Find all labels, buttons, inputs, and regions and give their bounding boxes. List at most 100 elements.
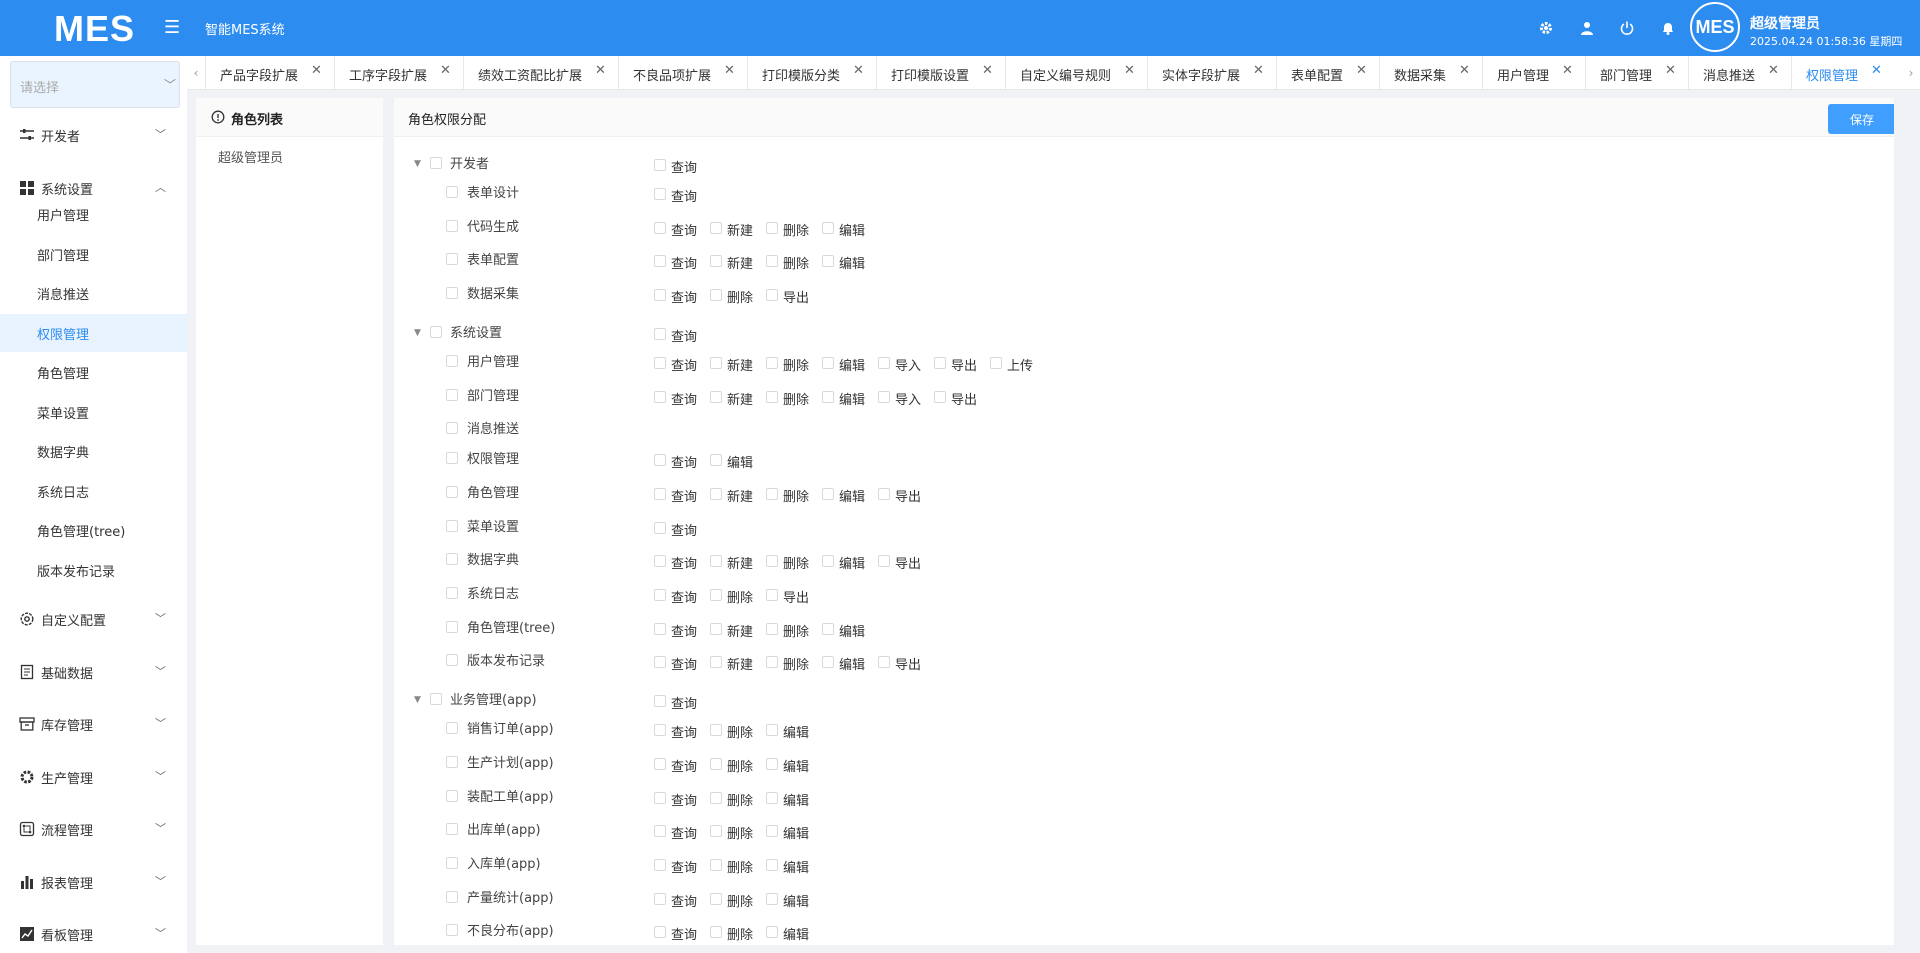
tab-2[interactable]: 绩效工资配比扩展 ✕ bbox=[463, 56, 618, 90]
tab-12[interactable]: 消息推送 ✕ bbox=[1688, 56, 1791, 90]
node-checkbox[interactable] bbox=[446, 924, 458, 937]
close-icon[interactable]: ✕ bbox=[595, 63, 606, 78]
checkbox[interactable] bbox=[654, 757, 666, 770]
checkbox[interactable] bbox=[822, 656, 834, 669]
sidebar-menu-5[interactable]: 生产管理 ﹀ bbox=[0, 757, 187, 797]
close-icon[interactable]: ✕ bbox=[1562, 63, 1573, 78]
sidebar-item-9[interactable]: 版本发布记录 bbox=[0, 551, 187, 589]
close-icon[interactable]: ✕ bbox=[1124, 63, 1135, 78]
checkbox[interactable] bbox=[990, 356, 1002, 369]
checkbox[interactable] bbox=[766, 622, 778, 635]
checkbox[interactable] bbox=[710, 289, 722, 302]
sidebar-menu-8[interactable]: 看板管理 ﹀ bbox=[0, 914, 187, 953]
checkbox[interactable] bbox=[766, 825, 778, 838]
checkbox[interactable] bbox=[710, 892, 722, 905]
checkbox[interactable] bbox=[878, 390, 890, 403]
checkbox[interactable] bbox=[710, 555, 722, 568]
tab-6[interactable]: 自定义编号规则 ✕ bbox=[1005, 56, 1147, 90]
node-checkbox[interactable] bbox=[446, 354, 458, 367]
node-checkbox[interactable] bbox=[446, 287, 458, 300]
close-icon[interactable]: ✕ bbox=[724, 63, 735, 78]
checkbox[interactable] bbox=[654, 825, 666, 838]
close-icon[interactable]: ✕ bbox=[1768, 63, 1779, 78]
sidebar-menu-0[interactable]: 开发者 ﹀ bbox=[0, 115, 187, 155]
gear-icon[interactable] bbox=[1535, 17, 1557, 39]
node-checkbox[interactable] bbox=[430, 325, 442, 338]
sidebar-item-8[interactable]: 角色管理(tree) bbox=[0, 511, 187, 549]
sidebar-item-6[interactable]: 数据字典 bbox=[0, 432, 187, 470]
node-checkbox[interactable] bbox=[446, 654, 458, 667]
checkbox[interactable] bbox=[654, 622, 666, 635]
checkbox[interactable] bbox=[710, 926, 722, 939]
checkbox[interactable] bbox=[654, 858, 666, 871]
checkbox[interactable] bbox=[654, 555, 666, 568]
close-icon[interactable]: ✕ bbox=[1871, 63, 1882, 78]
sidebar-menu-3[interactable]: 基础数据 ﹀ bbox=[0, 652, 187, 692]
checkbox[interactable] bbox=[654, 521, 666, 534]
node-checkbox[interactable] bbox=[446, 553, 458, 566]
sidebar-item-3[interactable]: 权限管理 bbox=[0, 313, 187, 352]
node-checkbox[interactable] bbox=[446, 253, 458, 266]
close-icon[interactable]: ✕ bbox=[1665, 63, 1676, 78]
node-checkbox[interactable] bbox=[446, 485, 458, 498]
checkbox[interactable] bbox=[710, 454, 722, 467]
caret-down-icon[interactable]: ▼ bbox=[414, 328, 421, 338]
checkbox[interactable] bbox=[654, 695, 666, 708]
checkbox[interactable] bbox=[822, 622, 834, 635]
checkbox[interactable] bbox=[654, 926, 666, 939]
checkbox[interactable] bbox=[766, 724, 778, 737]
close-icon[interactable]: ✕ bbox=[311, 63, 322, 78]
checkbox[interactable] bbox=[710, 255, 722, 268]
caret-down-icon[interactable]: ▼ bbox=[414, 695, 421, 705]
username[interactable]: 超级管理员 bbox=[1750, 13, 1820, 33]
sidebar-menu-2[interactable]: 自定义配置 ﹀ bbox=[0, 599, 187, 639]
sidebar-item-7[interactable]: 系统日志 bbox=[0, 472, 187, 510]
checkbox[interactable] bbox=[822, 356, 834, 369]
node-checkbox[interactable] bbox=[446, 755, 458, 768]
save-button[interactable]: 保存 bbox=[1828, 104, 1894, 134]
node-checkbox[interactable] bbox=[430, 693, 442, 706]
checkbox[interactable] bbox=[766, 926, 778, 939]
node-checkbox[interactable] bbox=[446, 422, 458, 435]
checkbox[interactable] bbox=[766, 656, 778, 669]
checkbox[interactable] bbox=[766, 791, 778, 804]
sidebar-item-4[interactable]: 角色管理 bbox=[0, 353, 187, 391]
node-checkbox[interactable] bbox=[446, 620, 458, 633]
checkbox[interactable] bbox=[766, 221, 778, 234]
sidebar-item-0[interactable]: 用户管理 bbox=[0, 195, 187, 233]
checkbox[interactable] bbox=[710, 757, 722, 770]
close-icon[interactable]: ✕ bbox=[1459, 63, 1470, 78]
role-item[interactable]: 超级管理员 bbox=[218, 147, 283, 166]
bell-icon[interactable] bbox=[1657, 17, 1679, 39]
checkbox[interactable] bbox=[710, 221, 722, 234]
sidebar-item-5[interactable]: 菜单设置 bbox=[0, 393, 187, 431]
checkbox[interactable] bbox=[654, 589, 666, 601]
node-checkbox[interactable] bbox=[446, 519, 458, 532]
checkbox[interactable] bbox=[934, 356, 946, 369]
menu-toggle-icon[interactable]: ☰ bbox=[164, 16, 182, 40]
checkbox[interactable] bbox=[710, 724, 722, 737]
checkbox[interactable] bbox=[654, 454, 666, 467]
checkbox[interactable] bbox=[822, 555, 834, 568]
checkbox[interactable] bbox=[654, 791, 666, 804]
close-icon[interactable]: ✕ bbox=[1253, 63, 1264, 78]
user-icon[interactable] bbox=[1576, 17, 1598, 39]
checkbox[interactable] bbox=[766, 356, 778, 369]
node-checkbox[interactable] bbox=[446, 587, 458, 599]
node-checkbox[interactable] bbox=[430, 157, 442, 169]
node-checkbox[interactable] bbox=[446, 890, 458, 903]
node-checkbox[interactable] bbox=[446, 388, 458, 401]
checkbox[interactable] bbox=[878, 656, 890, 669]
node-checkbox[interactable] bbox=[446, 722, 458, 735]
checkbox[interactable] bbox=[654, 656, 666, 669]
caret-down-icon[interactable]: ▼ bbox=[414, 159, 421, 169]
checkbox[interactable] bbox=[710, 356, 722, 369]
tab-13[interactable]: 权限管理 ✕ bbox=[1791, 56, 1894, 90]
checkbox[interactable] bbox=[766, 390, 778, 403]
sidebar-menu-4[interactable]: 库存管理 ﹀ bbox=[0, 704, 187, 744]
checkbox[interactable] bbox=[710, 825, 722, 838]
sidebar-item-2[interactable]: 消息推送 bbox=[0, 274, 187, 312]
sidebar-item-1[interactable]: 部门管理 bbox=[0, 235, 187, 273]
sidebar-menu-6[interactable]: 流程管理 ﹀ bbox=[0, 809, 187, 849]
tab-4[interactable]: 打印模版分类 ✕ bbox=[747, 56, 876, 90]
